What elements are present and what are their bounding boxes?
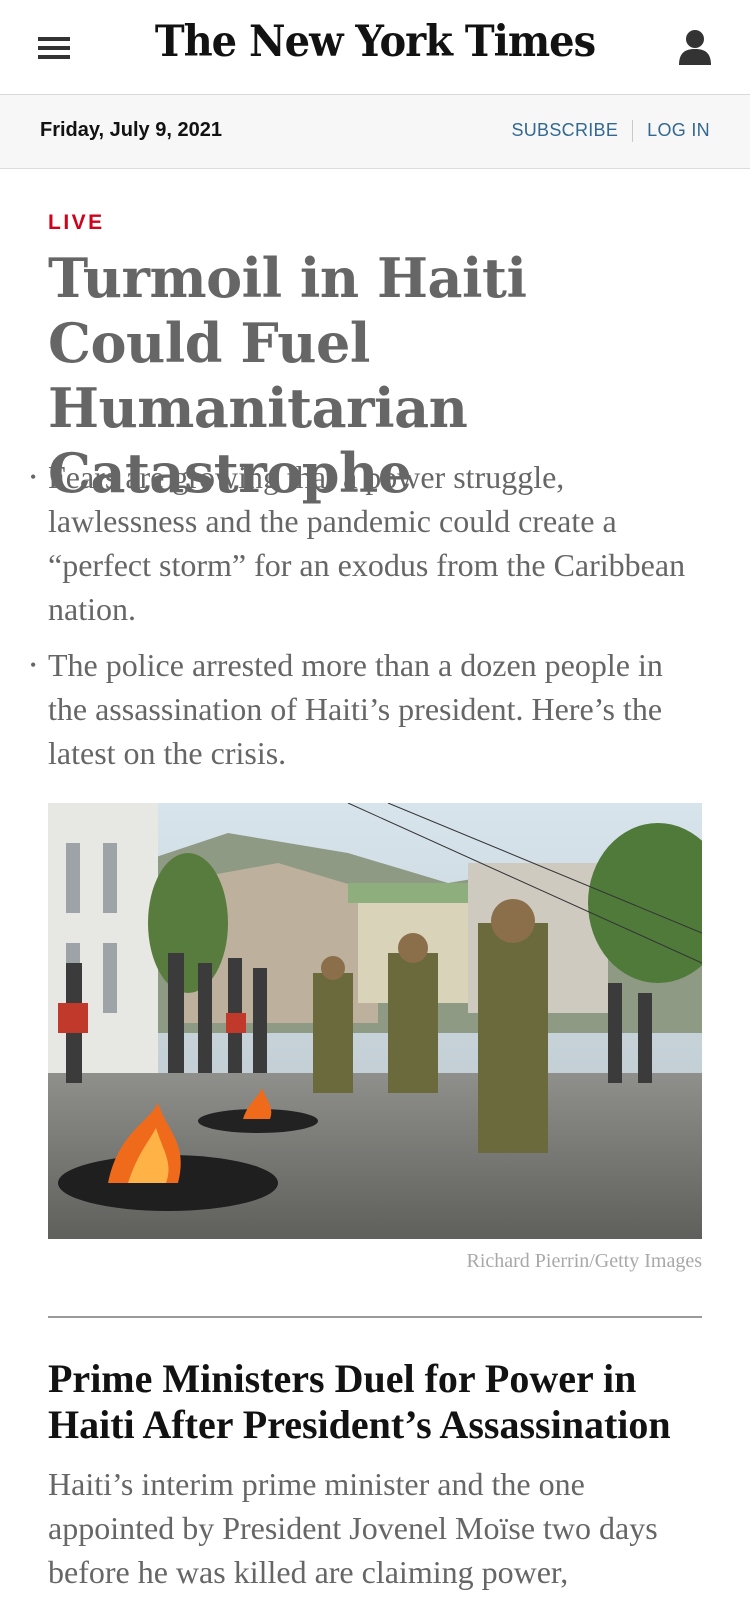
section-divider bbox=[48, 1316, 702, 1318]
date-bar: Friday, July 9, 2021 SUBSCRIBE LOG IN bbox=[0, 95, 750, 169]
photo-credit: Richard Pierrin/Getty Images bbox=[466, 1250, 703, 1272]
login-link[interactable]: LOG IN bbox=[647, 120, 710, 140]
current-date: Friday, July 9, 2021 bbox=[40, 119, 222, 141]
story-headline[interactable]: Prime Ministers Duel for Power in Haiti … bbox=[48, 1356, 718, 1448]
lead-photo-illustration bbox=[48, 803, 702, 1239]
summary-bullet: Fears are growing that a power struggle,… bbox=[30, 455, 708, 631]
live-label: LIVE bbox=[48, 211, 105, 234]
story-summary[interactable]: Haiti’s interim prime minister and the o… bbox=[48, 1462, 713, 1594]
lead-summary-list: Fears are growing that a power struggle,… bbox=[30, 455, 708, 787]
lead-photo[interactable] bbox=[48, 803, 702, 1239]
link-divider bbox=[632, 120, 634, 143]
nyt-logo[interactable]: The New York Times bbox=[0, 16, 750, 67]
summary-bullet[interactable]: The police arrested more than a dozen pe… bbox=[30, 643, 708, 775]
user-account-icon[interactable] bbox=[678, 28, 712, 66]
auth-links: SUBSCRIBE LOG IN bbox=[511, 120, 710, 143]
top-bar: The New York Times bbox=[0, 0, 750, 95]
subscribe-link[interactable]: SUBSCRIBE bbox=[511, 120, 618, 140]
